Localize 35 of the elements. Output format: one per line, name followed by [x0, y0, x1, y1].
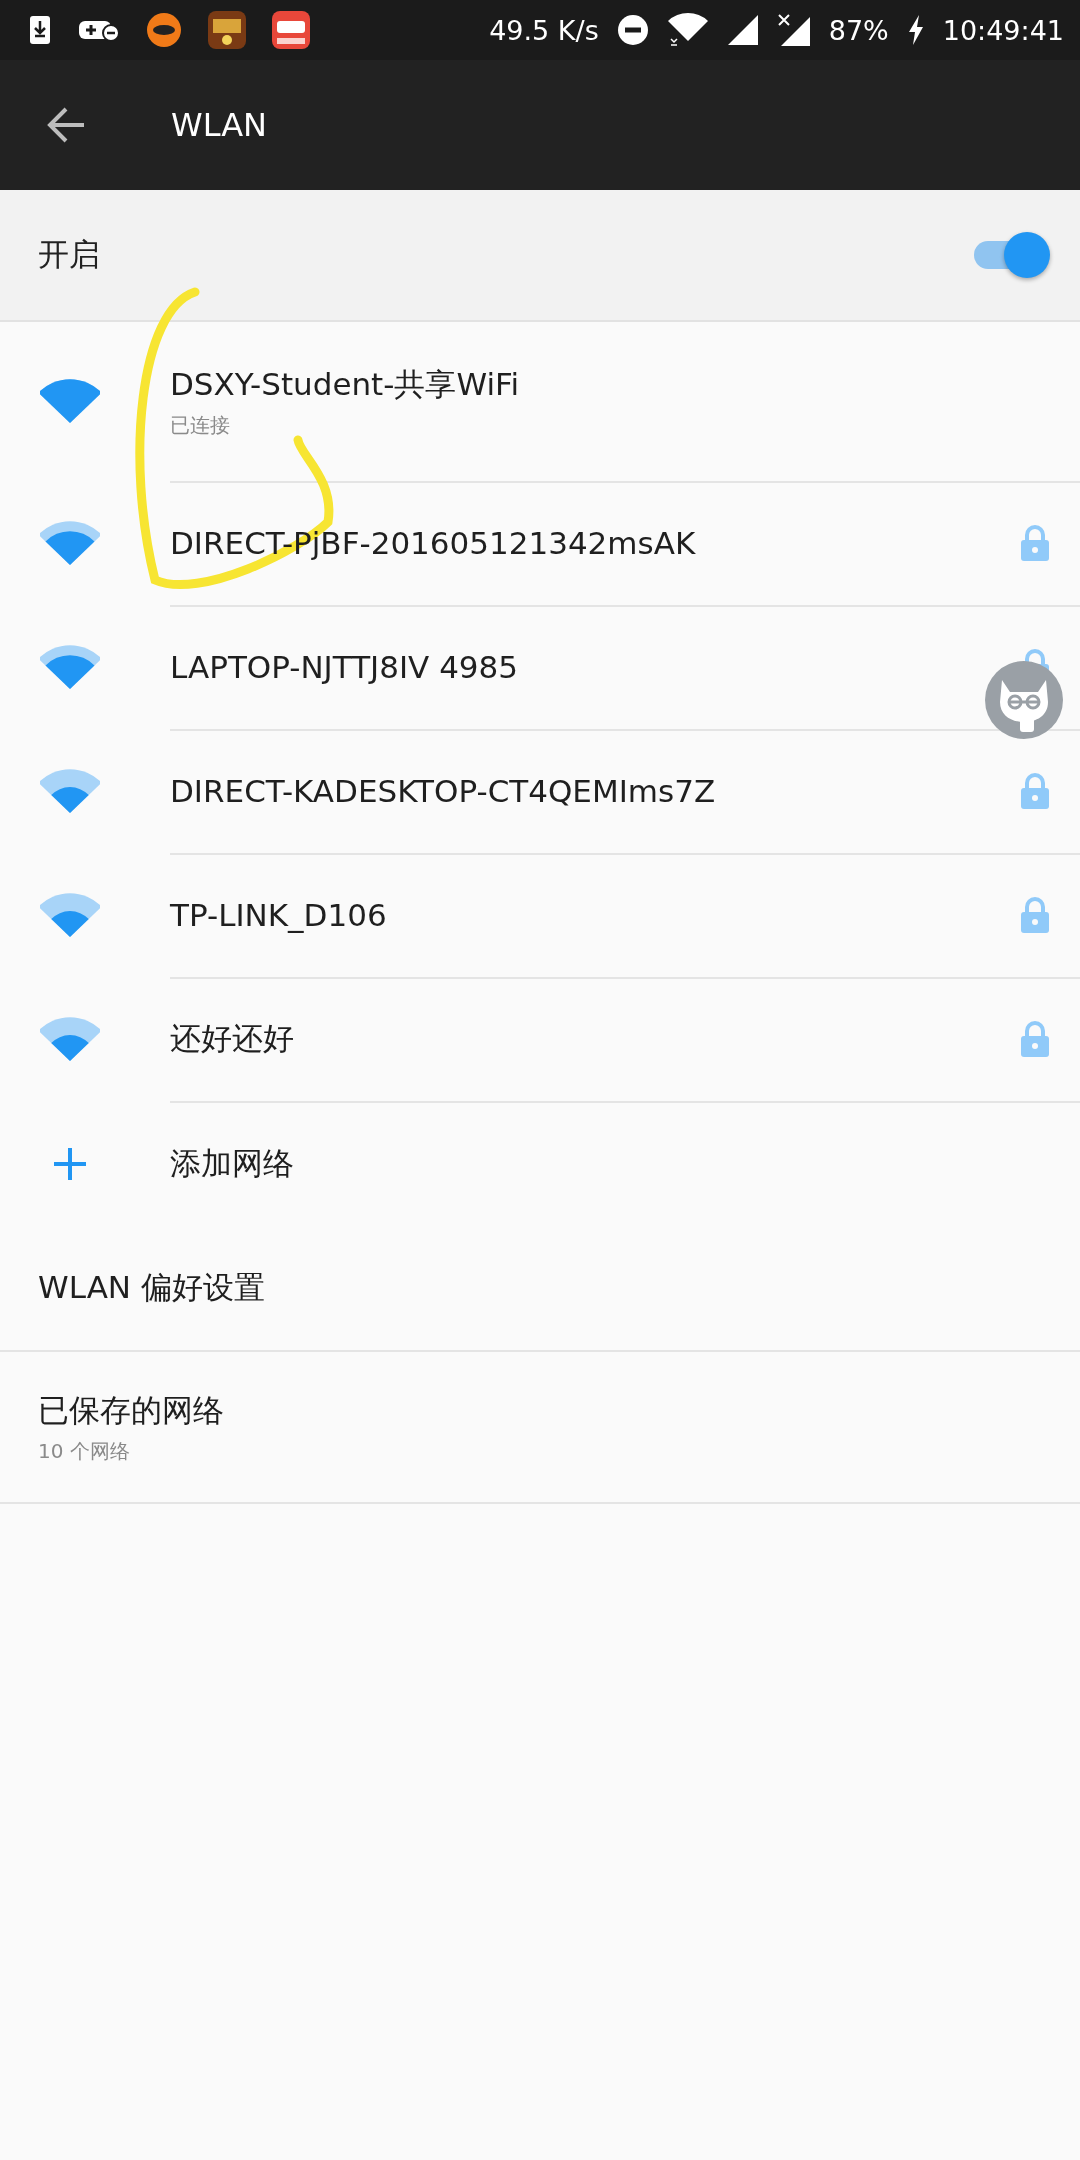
network-item[interactable]: TP-LINK_D106	[0, 854, 1080, 978]
switch-label: 开启	[38, 235, 100, 274]
network-speed: 49.5 K/s	[489, 14, 599, 46]
saved-networks-label: 已保存的网络	[38, 1390, 225, 1430]
download-icon	[28, 15, 52, 45]
network-name: LAPTOP-NJTTJ8IV 4985	[170, 649, 520, 685]
back-icon	[46, 107, 86, 143]
app-icon	[146, 12, 182, 48]
network-name: 还好还好	[170, 1019, 295, 1058]
saved-networks-count: 10 个网络	[38, 1437, 131, 1465]
app-icon	[272, 11, 310, 49]
wlan-toggle[interactable]	[974, 230, 1050, 280]
plus-icon	[52, 1146, 88, 1182]
add-network-label: 添加网络	[170, 1144, 294, 1183]
network-name: DSXY-Student-共享WiFi	[170, 364, 521, 404]
floating-cat-icon[interactable]	[984, 660, 1064, 740]
connection-status: 已连接	[170, 411, 231, 439]
preferences-label: WLAN 偏好设置	[38, 1268, 266, 1307]
preferences-item[interactable]: WLAN 偏好设置	[0, 1226, 1080, 1352]
wifi-icon	[666, 13, 709, 47]
do-not-disturb-icon	[616, 14, 649, 46]
network-name: DIRECT-KADESKTOP-CT4QEMIms7Z	[170, 773, 717, 809]
signal-icon	[726, 14, 759, 46]
screen-title: WLAN	[171, 106, 268, 144]
no-signal-icon	[776, 13, 811, 47]
add-network-item[interactable]: 添加网络	[0, 1102, 1080, 1226]
network-item[interactable]: 还好还好	[0, 978, 1080, 1102]
clock: 10:49:41	[942, 14, 1064, 46]
app-icon	[208, 11, 246, 49]
saved-networks-item[interactable]: 已保存的网络 10 个网络	[0, 1352, 1080, 1504]
network-name: TP-LINK_D106	[170, 897, 388, 933]
network-item[interactable]: DIRECT-KADESKTOP-CT4QEMIms7Z	[0, 730, 1080, 854]
charging-icon	[906, 14, 925, 46]
battery-level: 87%	[828, 14, 889, 46]
network-item[interactable]: DSXY-Student-共享WiFi 已连接	[0, 322, 1080, 482]
